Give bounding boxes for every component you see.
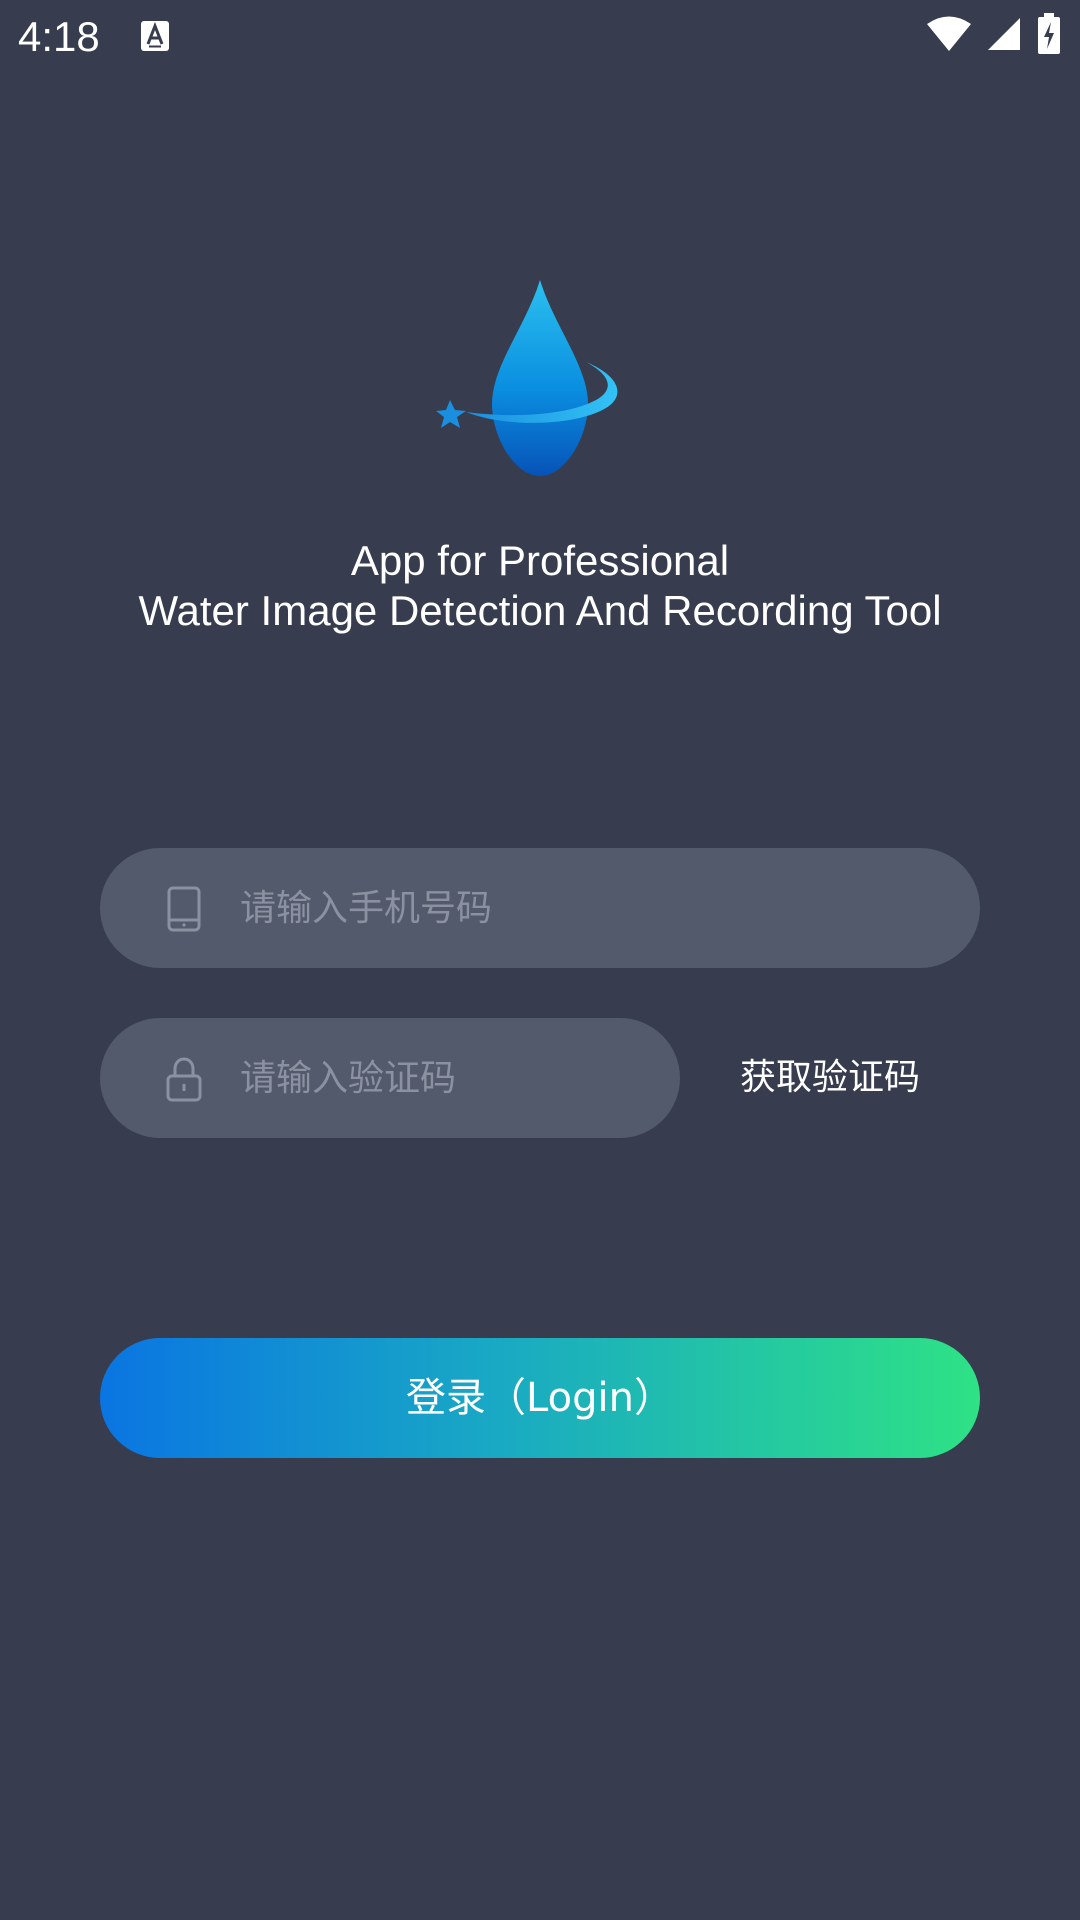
login-screen: 4:18 App for Professional Water Image De… [0, 0, 1080, 1920]
get-code-button[interactable]: 获取验证码 [700, 1018, 960, 1138]
login-button[interactable]: 登录（Login） [100, 1338, 980, 1458]
phone-field[interactable] [100, 848, 980, 968]
wifi-icon [926, 15, 972, 57]
status-time: 4:18 [18, 13, 100, 60]
status-bar: 4:18 [0, 0, 1080, 72]
battery-charging-icon [1036, 13, 1062, 59]
a-keyboard-icon [140, 20, 170, 52]
code-field[interactable] [100, 1018, 680, 1138]
water-drop-logo-icon [436, 276, 644, 484]
cell-signal-icon [986, 16, 1022, 56]
status-icons [926, 13, 1062, 59]
phone-icon [164, 886, 204, 932]
code-input[interactable] [240, 1018, 640, 1138]
lock-icon [164, 1056, 204, 1102]
app-title: App for Professional Water Image Detecti… [0, 536, 1080, 636]
app-title-line2: Water Image Detection And Recording Tool [138, 587, 942, 634]
app-title-line1: App for Professional [350, 537, 730, 584]
phone-input[interactable] [240, 848, 940, 968]
